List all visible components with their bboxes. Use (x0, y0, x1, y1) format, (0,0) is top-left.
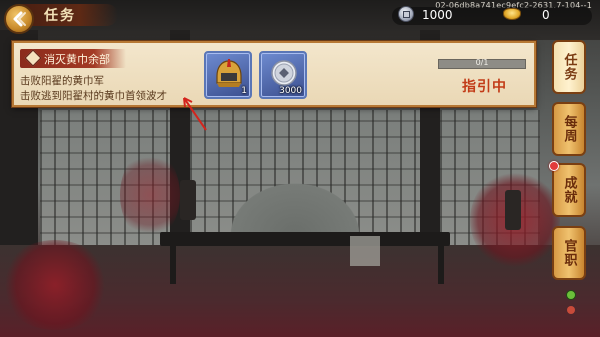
tab-achievements[interactable]: 成就 (552, 163, 586, 217)
tab-official-rank[interactable]: 官职 (552, 226, 586, 280)
quest-status[interactable]: 指引中 (462, 76, 507, 96)
tab-label: 任务 (561, 53, 577, 81)
page-title: 任务 (44, 8, 76, 24)
tab-label: 成就 (561, 176, 577, 204)
quest-name: 消灭黄巾余部 (44, 53, 110, 66)
top-bar: 任务 02-06db8a741ec9efc2-2631.7-104--1 100… (0, 0, 600, 34)
notification-dot (549, 161, 559, 171)
silver-coin-icon (271, 60, 297, 86)
reward-count: 1 (241, 86, 247, 96)
arrow-annotation-icon (183, 97, 207, 131)
coin-value: 1000 (422, 8, 453, 22)
status-icon (566, 290, 576, 300)
helmet-icon (216, 59, 242, 87)
reward-item-helmet[interactable]: 1 (204, 51, 252, 99)
quest-objective: 击败逃到阳翟村的黄巾首领波才 (20, 90, 167, 102)
gold-value: 0 (542, 8, 550, 22)
reward-item-silver[interactable]: 3000 (259, 51, 307, 99)
tab-label: 每周 (561, 115, 577, 143)
tab-tasks[interactable]: 任务 (552, 40, 586, 94)
status-icon (567, 306, 575, 314)
chevron-left-icon (13, 11, 26, 27)
silver-coin-icon (398, 6, 414, 22)
reward-count: 3000 (279, 86, 302, 96)
tab-label: 官职 (561, 239, 577, 267)
gold-ingot-icon (503, 8, 521, 20)
tab-weekly[interactable]: 每周 (552, 102, 586, 156)
back-button[interactable] (4, 4, 34, 34)
quest-objective: 击败阳翟的黄巾军 (20, 75, 104, 87)
quest-progress-text: 0/1 (475, 58, 489, 67)
